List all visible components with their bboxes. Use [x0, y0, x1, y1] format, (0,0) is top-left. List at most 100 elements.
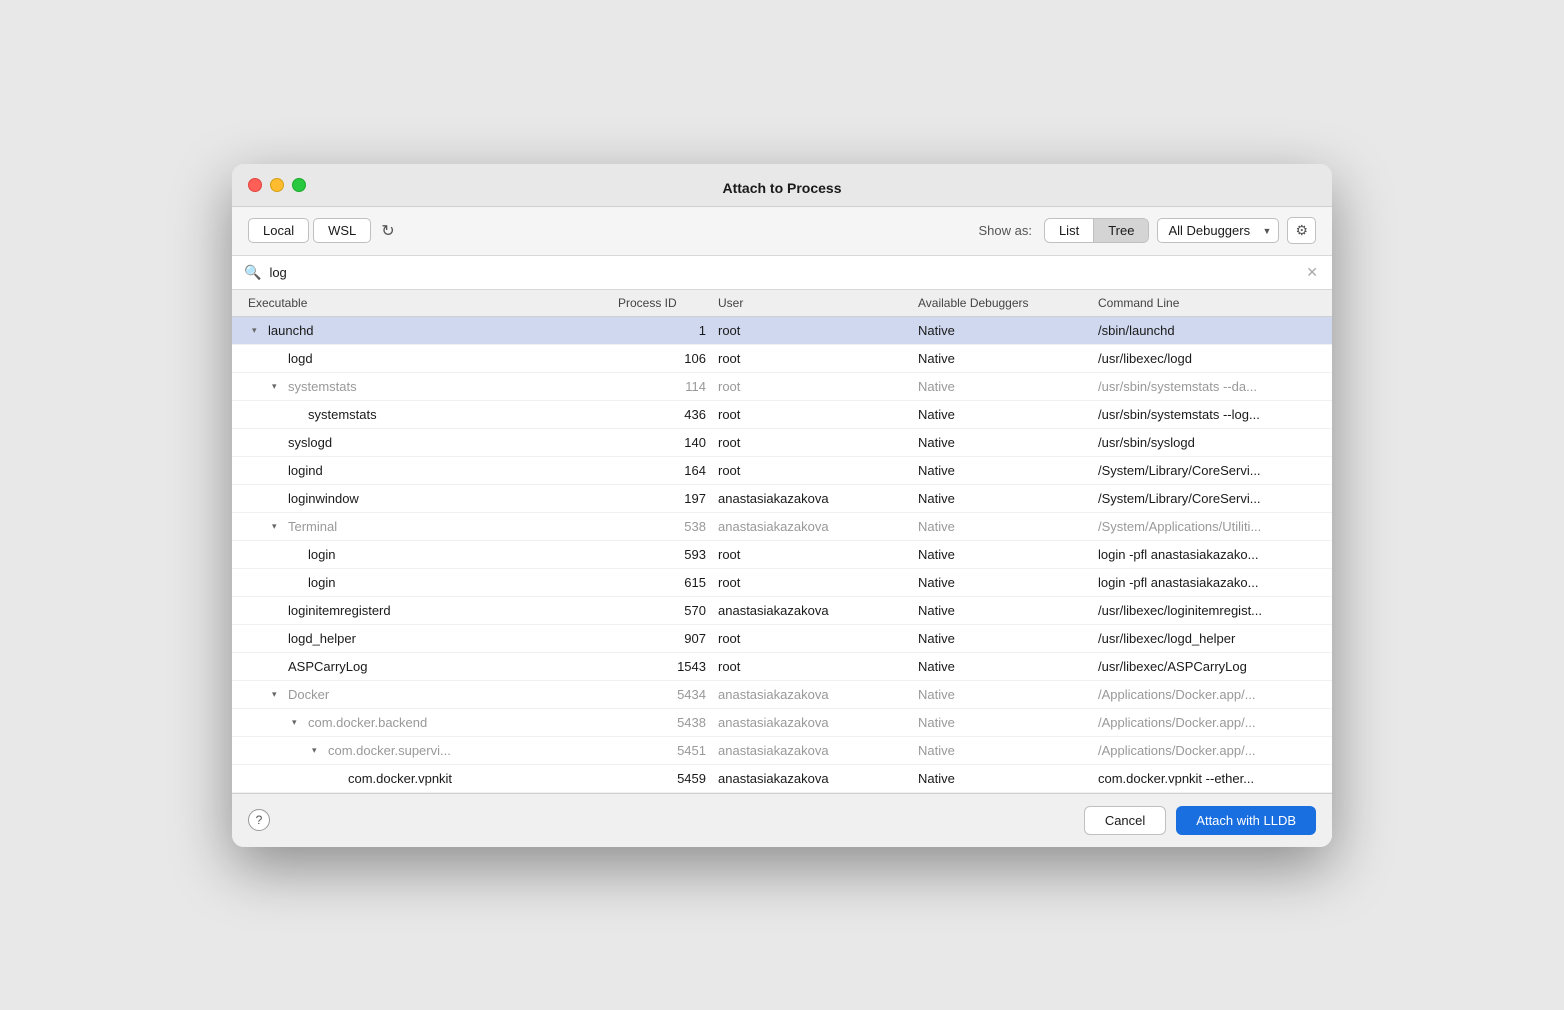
search-input[interactable]: [269, 265, 1296, 280]
table-row[interactable]: loginitemregisterd570anastasiakazakovaNa…: [232, 597, 1332, 625]
refresh-button[interactable]: ↻: [375, 217, 400, 245]
pid-cell: 436: [614, 405, 714, 424]
command-cell: /Applications/Docker.app/...: [1094, 685, 1320, 704]
executable-name: com.docker.supervi...: [328, 743, 451, 758]
user-cell: root: [714, 629, 914, 648]
debuggers-cell: Native: [914, 573, 1094, 592]
maximize-button[interactable]: [292, 178, 306, 192]
minimize-button[interactable]: [270, 178, 284, 192]
pid-cell: 197: [614, 489, 714, 508]
process-table[interactable]: ▾launchd1rootNative/sbin/launchdlogd106r…: [232, 317, 1332, 793]
user-cell: root: [714, 433, 914, 452]
attach-button[interactable]: Attach with LLDB: [1176, 806, 1316, 835]
user-cell: root: [714, 349, 914, 368]
chevron-icon[interactable]: ▾: [272, 521, 284, 532]
user-cell: anastasiakazakova: [714, 713, 914, 732]
table-row[interactable]: login593rootNativelogin -pfl anastasiaka…: [232, 541, 1332, 569]
debuggers-cell: Native: [914, 461, 1094, 480]
local-button[interactable]: Local: [248, 218, 309, 243]
table-row[interactable]: logd_helper907rootNative/usr/libexec/log…: [232, 625, 1332, 653]
executable-name: loginitemregisterd: [288, 603, 391, 618]
executable-name: com.docker.vpnkit: [348, 771, 452, 786]
user-cell: anastasiakazakova: [714, 769, 914, 788]
wsl-button[interactable]: WSL: [313, 218, 371, 243]
debuggers-cell: Native: [914, 517, 1094, 536]
user-cell: anastasiakazakova: [714, 517, 914, 536]
command-cell: /Applications/Docker.app/...: [1094, 741, 1320, 760]
user-cell: anastasiakazakova: [714, 685, 914, 704]
debuggers-cell: Native: [914, 713, 1094, 732]
col-header-executable: Executable: [244, 294, 614, 312]
tree-view-button[interactable]: Tree: [1093, 219, 1148, 242]
executable-name: logd: [288, 351, 313, 366]
table-row[interactable]: ▾launchd1rootNative/sbin/launchd: [232, 317, 1332, 345]
debuggers-cell: Native: [914, 741, 1094, 760]
chevron-icon[interactable]: ▾: [272, 381, 284, 392]
settings-button[interactable]: ⚙: [1287, 217, 1316, 244]
traffic-lights: [248, 178, 306, 192]
table-row[interactable]: ASPCarryLog1543rootNative/usr/libexec/AS…: [232, 653, 1332, 681]
footer-actions: Cancel Attach with LLDB: [1084, 806, 1316, 835]
search-clear-button[interactable]: ✕: [1304, 262, 1320, 283]
user-cell: root: [714, 405, 914, 424]
table-row[interactable]: systemstats436rootNative/usr/sbin/system…: [232, 401, 1332, 429]
table-row[interactable]: ▾systemstats114rootNative/usr/sbin/syste…: [232, 373, 1332, 401]
user-cell: root: [714, 657, 914, 676]
col-header-pid: Process ID: [614, 294, 714, 312]
table-row[interactable]: login615rootNativelogin -pfl anastasiaka…: [232, 569, 1332, 597]
table-row[interactable]: logind164rootNative/System/Library/CoreS…: [232, 457, 1332, 485]
chevron-icon[interactable]: ▾: [292, 717, 304, 728]
user-cell: anastasiakazakova: [714, 601, 914, 620]
executable-name: Docker: [288, 687, 329, 702]
pid-cell: 5434: [614, 685, 714, 704]
executable-name: logind: [288, 463, 323, 478]
table-header: Executable Process ID User Available Deb…: [232, 290, 1332, 317]
view-segment-control: List Tree: [1044, 218, 1149, 243]
toolbar-right: Show as: List Tree All Debuggers Native …: [978, 217, 1316, 244]
user-cell: anastasiakazakova: [714, 489, 914, 508]
table-row[interactable]: ▾Docker5434anastasiakazakovaNative/Appli…: [232, 681, 1332, 709]
command-cell: /usr/sbin/systemstats --log...: [1094, 405, 1320, 424]
debuggers-cell: Native: [914, 629, 1094, 648]
search-bar: 🔍 ✕: [232, 256, 1332, 290]
col-header-user: User: [714, 294, 914, 312]
debugger-select[interactable]: All Debuggers Native LLDB GDB: [1157, 218, 1279, 243]
debugger-selector-wrapper: All Debuggers Native LLDB GDB: [1157, 218, 1279, 243]
user-cell: root: [714, 321, 914, 340]
pid-cell: 5451: [614, 741, 714, 760]
user-cell: root: [714, 545, 914, 564]
pid-cell: 114: [614, 377, 714, 396]
list-view-button[interactable]: List: [1045, 219, 1093, 242]
table-row[interactable]: ▾Terminal538anastasiakazakovaNative/Syst…: [232, 513, 1332, 541]
pid-cell: 106: [614, 349, 714, 368]
command-cell: login -pfl anastasiakazako...: [1094, 573, 1320, 592]
command-cell: /usr/sbin/syslogd: [1094, 433, 1320, 452]
command-cell: login -pfl anastasiakazako...: [1094, 545, 1320, 564]
command-cell: /System/Library/CoreServi...: [1094, 489, 1320, 508]
chevron-icon[interactable]: ▾: [312, 745, 324, 756]
command-cell: /Applications/Docker.app/...: [1094, 713, 1320, 732]
search-icon: 🔍: [244, 264, 261, 281]
chevron-icon[interactable]: ▾: [252, 325, 264, 336]
command-cell: /usr/sbin/systemstats --da...: [1094, 377, 1320, 396]
command-cell: /usr/libexec/logd: [1094, 349, 1320, 368]
pid-cell: 593: [614, 545, 714, 564]
table-row[interactable]: syslogd140rootNative/usr/sbin/syslogd: [232, 429, 1332, 457]
title-bar: Attach to Process: [232, 164, 1332, 207]
chevron-icon[interactable]: ▾: [272, 689, 284, 700]
cancel-button[interactable]: Cancel: [1084, 806, 1166, 835]
pid-cell: 1543: [614, 657, 714, 676]
table-row[interactable]: loginwindow197anastasiakazakovaNative/Sy…: [232, 485, 1332, 513]
pid-cell: 615: [614, 573, 714, 592]
pid-cell: 140: [614, 433, 714, 452]
debuggers-cell: Native: [914, 769, 1094, 788]
table-row[interactable]: ▾com.docker.supervi...5451anastasiakazak…: [232, 737, 1332, 765]
help-button[interactable]: ?: [248, 809, 270, 831]
executable-name: systemstats: [288, 379, 357, 394]
table-row[interactable]: logd106rootNative/usr/libexec/logd: [232, 345, 1332, 373]
col-header-command: Command Line: [1094, 294, 1320, 312]
table-row[interactable]: com.docker.vpnkit5459anastasiakazakovaNa…: [232, 765, 1332, 793]
table-row[interactable]: ▾com.docker.backend5438anastasiakazakova…: [232, 709, 1332, 737]
footer: ? Cancel Attach with LLDB: [232, 793, 1332, 847]
close-button[interactable]: [248, 178, 262, 192]
